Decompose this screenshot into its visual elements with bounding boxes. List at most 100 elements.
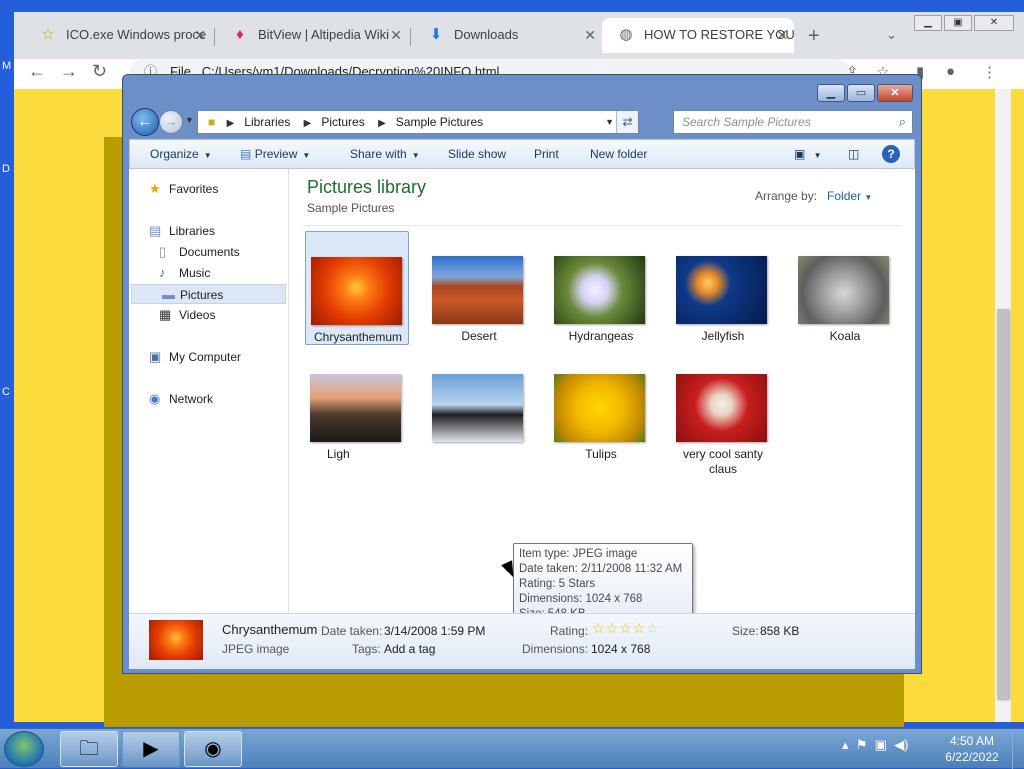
rating-stars[interactable]: ☆☆☆☆☆ xyxy=(592,620,660,637)
menu-icon[interactable]: ⋮ xyxy=(982,63,997,81)
search-icon[interactable]: ⌕ xyxy=(899,111,906,133)
file-item-koala[interactable]: Koala xyxy=(793,231,897,345)
restore-button[interactable]: ▣ xyxy=(944,15,972,31)
folder-icon: ■ xyxy=(208,115,216,129)
profile-icon[interactable]: ● xyxy=(946,63,955,80)
history-dropdown-icon[interactable]: ▼ xyxy=(185,115,194,125)
tab-search-icon[interactable]: ⌄ xyxy=(886,27,897,43)
refresh-icon[interactable]: ⇄ xyxy=(616,111,638,133)
file-item-desert[interactable]: Desert xyxy=(427,231,531,345)
tab-title: BitView | Altipedia Wiki xyxy=(258,27,390,42)
forward-arrow-icon[interactable]: → xyxy=(60,61,78,82)
page-scrollbar[interactable] xyxy=(995,89,1011,722)
thumbnail-image xyxy=(798,256,889,324)
nav-libraries[interactable]: ▤ Libraries xyxy=(149,221,215,241)
file-item-santy-claus[interactable]: very cool santy claus xyxy=(671,349,775,476)
nav-pictures[interactable]: ▬ Pictures xyxy=(131,284,286,304)
tab-title: Downloads xyxy=(454,27,519,42)
desktop-label-c: C xyxy=(2,386,10,398)
clock-time: 4:50 AM xyxy=(949,734,995,748)
network-status-icon[interactable]: ▣ xyxy=(875,737,887,752)
back-arrow-icon[interactable]: ← xyxy=(28,61,46,82)
file-item-lighthouse[interactable]: Ligh xyxy=(305,349,409,463)
show-desktop-button[interactable] xyxy=(1012,729,1024,769)
library-icon: ▤ xyxy=(149,223,162,238)
explorer-taskbar-icon[interactable]: 🗀 xyxy=(60,731,118,767)
forward-button[interactable]: → xyxy=(159,110,183,134)
file-item-hydrangeas[interactable]: Hydrangeas xyxy=(549,231,653,345)
scrollbar-thumb[interactable] xyxy=(997,309,1009,699)
nav-my-computer[interactable]: ▣ My Computer xyxy=(149,347,241,367)
close-icon[interactable]: ✕ xyxy=(776,18,788,52)
maximize-button[interactable]: ▭ xyxy=(847,84,875,102)
clock-date: 6/22/2022 xyxy=(945,750,999,764)
start-button[interactable] xyxy=(4,731,44,767)
file-item-tulips[interactable]: Tulips xyxy=(549,349,653,463)
details-rating-label: Rating: xyxy=(550,624,589,638)
nav-network[interactable]: ◉ Network xyxy=(149,389,213,409)
file-item-penguins[interactable] xyxy=(427,349,531,463)
media-player-taskbar-icon[interactable]: ▶ xyxy=(122,731,180,767)
close-button[interactable]: ✕ xyxy=(974,15,1014,31)
details-filetype: JPEG image xyxy=(222,642,290,656)
slide-show-button[interactable]: Slide show xyxy=(448,140,506,168)
preview-pane-icon[interactable]: ◫ xyxy=(848,140,859,168)
search-input[interactable]: Search Sample Pictures ⌕ xyxy=(673,110,913,134)
new-folder-button[interactable]: New folder xyxy=(590,140,647,168)
download-icon: ⬇ xyxy=(429,26,443,43)
close-icon[interactable]: ✕ xyxy=(390,18,402,52)
details-size-value: 858 KB xyxy=(760,624,800,638)
tab-ico[interactable]: ☆ ICO.exe Windows proce ✕ xyxy=(24,18,212,53)
details-pane: Chrysanthemum JPEG image Date taken: 3/1… xyxy=(129,613,915,669)
nav-documents[interactable]: ▯ Documents xyxy=(159,242,240,262)
file-view: Pictures library Sample Pictures Arrange… xyxy=(289,169,915,625)
explorer-titlebar[interactable]: ▁ ▭ ✕ xyxy=(123,75,921,107)
library-subtitle: Sample Pictures xyxy=(307,201,395,215)
close-icon[interactable]: ✕ xyxy=(194,18,206,52)
address-dropdown-icon[interactable]: ▼ xyxy=(605,111,614,133)
nav-music[interactable]: ♪ Music xyxy=(159,263,210,283)
tab-bitview[interactable]: ♦ BitView | Altipedia Wiki ✕ xyxy=(216,18,408,53)
system-clock[interactable]: 4:50 AM 6/22/2022 xyxy=(940,733,1004,765)
chrome-taskbar-icon[interactable]: ◉ xyxy=(184,731,242,767)
tab-restore[interactable]: ◍ HOW TO RESTORE YOU ✕ xyxy=(602,18,794,53)
arrange-dropdown[interactable]: Folder ▼ xyxy=(827,189,872,203)
tab-downloads[interactable]: ⬇ Downloads ✕ xyxy=(412,18,602,53)
file-item-chrysanthemum[interactable]: Chrysanthemum xyxy=(305,231,409,345)
nav-videos[interactable]: ▦ Videos xyxy=(159,305,215,325)
volume-icon[interactable]: ◀) xyxy=(894,737,908,752)
close-button[interactable]: ✕ xyxy=(877,84,913,102)
view-options-icon[interactable]: ▣ ▼ xyxy=(794,140,822,170)
music-icon: ♪ xyxy=(159,265,166,280)
details-date-value[interactable]: 3/14/2008 1:59 PM xyxy=(384,624,485,638)
explorer-address-bar[interactable]: ■ ▶ Libraries ▶ Pictures ▶ Sample Pictures … xyxy=(197,110,639,134)
breadcrumb-pictures[interactable]: Pictures xyxy=(321,115,364,129)
arrange-by: Arrange by: Folder ▼ xyxy=(755,189,873,203)
document-icon: ▯ xyxy=(159,244,167,259)
reload-icon[interactable]: ↻ xyxy=(92,61,107,82)
minimize-button[interactable]: ▁ xyxy=(817,84,845,102)
organize-button[interactable]: Organize ▼ xyxy=(150,140,212,170)
new-tab-button[interactable]: + xyxy=(808,25,820,48)
command-bar: Organize ▼ ▤ Preview ▼ Share with ▼ Slide s… xyxy=(129,139,915,169)
back-button[interactable]: ← xyxy=(131,108,159,136)
preview-button[interactable]: ▤ Preview ▼ xyxy=(240,140,310,170)
tab-title: HOW TO RESTORE YOU xyxy=(644,27,794,42)
breadcrumb-sample-pictures[interactable]: Sample Pictures xyxy=(396,115,483,129)
close-icon[interactable]: ✕ xyxy=(584,18,596,52)
file-item-jellyfish[interactable]: Jellyfish xyxy=(671,231,775,345)
minimize-button[interactable]: ▁ xyxy=(914,15,942,31)
details-tags-value[interactable]: Add a tag xyxy=(384,642,435,656)
navigation-pane: ★ Favorites ▤ Libraries ▯ Documents ♪ Music … xyxy=(129,169,289,613)
action-center-icon[interactable]: ⚑ xyxy=(856,737,868,752)
star-icon: ★ xyxy=(149,181,161,196)
breadcrumb-libraries[interactable]: Libraries xyxy=(244,115,290,129)
nav-favorites[interactable]: ★ Favorites xyxy=(149,179,218,199)
address-row: ← → ▼ ■ ▶ Libraries ▶ Pictures ▶ Sample Pic… xyxy=(129,107,915,137)
print-button[interactable]: Print xyxy=(534,140,559,168)
details-dims-label: Dimensions: xyxy=(522,642,589,656)
show-hidden-icons-icon[interactable]: ▴ xyxy=(842,737,849,752)
share-with-button[interactable]: Share with ▼ xyxy=(350,140,420,170)
system-tray: ▴ ⚑ ▣ ◀) xyxy=(842,737,909,753)
help-icon[interactable]: ? xyxy=(882,145,900,163)
